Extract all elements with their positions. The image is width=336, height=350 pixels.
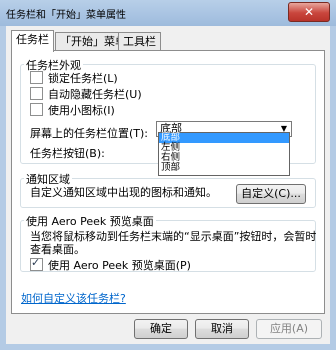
location-dropdown-list: 底部 左侧 右侧 顶部	[158, 132, 290, 176]
small-icons-label: 使用小图标(I)	[48, 104, 115, 117]
aero-peek-legend: 使用 Aero Peek 预览桌面	[24, 213, 156, 229]
customize-button[interactable]: 自定义(C)...	[236, 184, 306, 204]
lock-taskbar-label: 锁定任务栏(L)	[48, 72, 118, 85]
close-button[interactable]: ✕	[288, 2, 330, 22]
autohide-label: 自动隐藏任务栏(U)	[48, 88, 142, 101]
apply-button[interactable]: 应用(A)	[256, 319, 322, 339]
lock-taskbar-row[interactable]: 锁定任务栏(L)	[30, 70, 118, 86]
ok-button[interactable]: 确定	[134, 319, 188, 339]
aero-peek-label: 使用 Aero Peek 预览桌面(P)	[48, 259, 191, 272]
tab-label: 工具栏	[123, 35, 156, 48]
help-link[interactable]: 如何自定义该任务栏?	[21, 290, 126, 306]
title-bar: 任务栏和「开始」菜单属性 ✕	[0, 0, 336, 26]
small-icons-checkbox[interactable]	[30, 103, 43, 116]
tab-label: 任务栏	[16, 33, 49, 46]
autohide-row[interactable]: 自动隐藏任务栏(U)	[30, 86, 142, 102]
cancel-button[interactable]: 取消	[195, 319, 249, 339]
aero-peek-desc-line2: 查看桌面。	[30, 243, 85, 256]
small-icons-row[interactable]: 使用小图标(I)	[30, 102, 115, 118]
dropdown-option[interactable]: 顶部	[159, 163, 289, 173]
aero-peek-checkbox[interactable]	[30, 256, 43, 271]
tab-label: 「开始」菜单	[60, 35, 126, 48]
tab-toolbars[interactable]: 工具栏	[118, 32, 161, 51]
window-title: 任务栏和「开始」菜单属性	[6, 10, 126, 21]
close-icon: ✕	[303, 5, 315, 19]
aero-peek-row[interactable]: 使用 Aero Peek 预览桌面(P)	[30, 256, 191, 273]
tab-taskbar[interactable]: 任务栏	[11, 30, 54, 52]
location-label: 屏幕上的任务栏位置(T):	[30, 127, 149, 140]
autohide-checkbox[interactable]	[30, 87, 43, 100]
notification-desc: 自定义通知区域中出现的图标和通知。	[30, 186, 217, 199]
buttons-label: 任务栏按钮(B):	[30, 147, 105, 160]
lock-taskbar-checkbox[interactable]	[30, 71, 43, 84]
